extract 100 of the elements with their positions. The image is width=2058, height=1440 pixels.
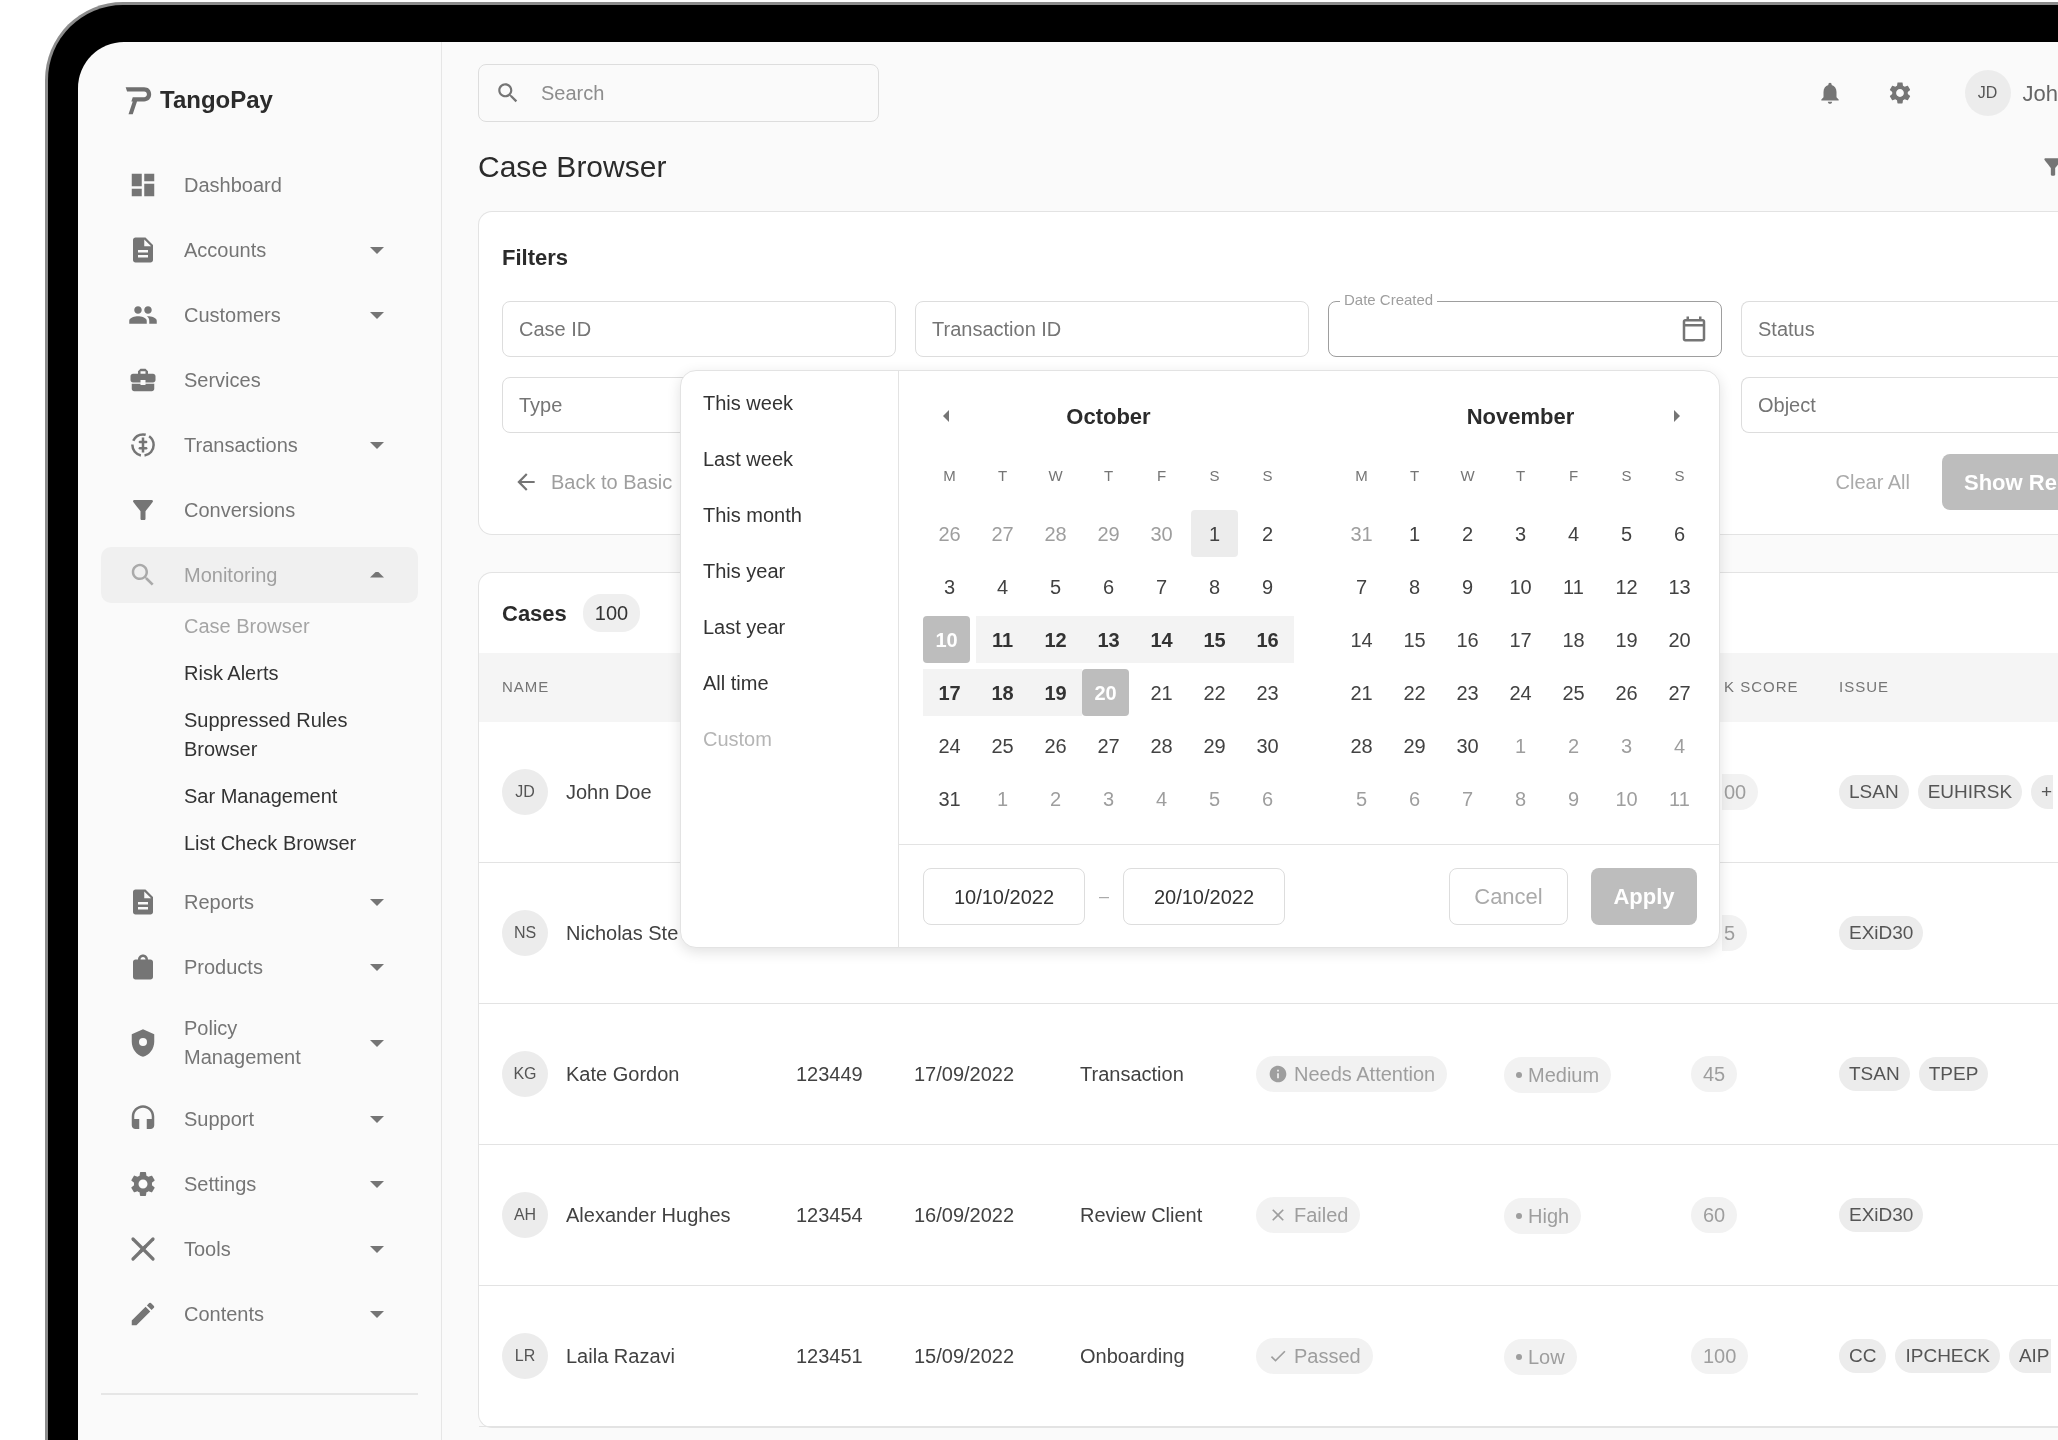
preset-option[interactable]: All time xyxy=(681,655,769,711)
end-date-field[interactable]: 20/10/2022 xyxy=(1123,868,1285,925)
start-date-field[interactable]: 10/10/2022 xyxy=(923,868,1085,925)
next-month-icon[interactable] xyxy=(1674,410,1680,422)
calendar-day[interactable]: 10 xyxy=(1494,563,1547,610)
sidebar-item[interactable]: Conversions xyxy=(101,482,418,538)
caret-icon xyxy=(370,441,384,449)
submenu-item[interactable]: List Check Browser xyxy=(184,829,357,858)
calendar-day[interactable]: 22 xyxy=(1388,669,1441,716)
select-field[interactable]: Object xyxy=(1741,377,2058,433)
calendar-day[interactable]: 25 xyxy=(1547,669,1600,716)
sidebar-item[interactable]: Reports xyxy=(101,874,418,930)
calendar-day[interactable]: 26 xyxy=(1029,722,1082,769)
calendar-day[interactable]: 15 xyxy=(1388,616,1441,663)
sidebar-item[interactable]: Transactions xyxy=(101,417,418,473)
calendar-day[interactable]: 8 xyxy=(1388,563,1441,610)
calendar-day[interactable]: 28 xyxy=(1135,722,1188,769)
sidebar-item[interactable]: Products xyxy=(101,939,418,995)
calendar-day[interactable]: 7 xyxy=(1335,563,1388,610)
calendar-day[interactable]: 22 xyxy=(1188,669,1241,716)
calendar-day[interactable]: 9 xyxy=(1241,563,1294,610)
calendar-day[interactable]: 27 xyxy=(1082,722,1135,769)
calendar-day[interactable]: 24 xyxy=(1494,669,1547,716)
preset-option[interactable]: This month xyxy=(681,487,802,543)
calendar-day[interactable]: 8 xyxy=(1188,563,1241,610)
calendar-day[interactable]: 5 xyxy=(1029,563,1082,610)
sidebar-item[interactable]: Support xyxy=(101,1091,418,1147)
calendar-day[interactable]: 29 xyxy=(1388,722,1441,769)
sidebar-item[interactable]: Accounts xyxy=(101,222,418,278)
calendar-day[interactable]: 11 xyxy=(976,616,1029,663)
search-field[interactable]: Search xyxy=(478,64,879,122)
calendar-day[interactable]: 2 xyxy=(1241,510,1294,557)
calendar-day[interactable]: 17 xyxy=(1494,616,1547,663)
submenu-item[interactable]: Suppressed Rules Browser xyxy=(184,706,384,764)
calendar-day[interactable]: 21 xyxy=(1335,669,1388,716)
calendar-day[interactable]: 4 xyxy=(1547,510,1600,557)
calendar-day[interactable]: 14 xyxy=(1335,616,1388,663)
preset-option[interactable]: Last week xyxy=(681,431,794,487)
calendar-day[interactable]: 9 xyxy=(1441,563,1494,610)
calendar-day[interactable]: 25 xyxy=(976,722,1029,769)
calendar-day[interactable]: 6 xyxy=(1653,510,1706,557)
calendar-day[interactable]: 13 xyxy=(1653,563,1706,610)
calendar-day[interactable]: 3 xyxy=(1494,510,1547,557)
calendar-day[interactable]: 30 xyxy=(1241,722,1294,769)
calendar-day[interactable]: 1 xyxy=(1188,510,1241,557)
calendar-day[interactable]: 12 xyxy=(1029,616,1082,663)
sidebar-item[interactable]: Dashboard xyxy=(101,157,418,213)
calendar-day[interactable]: 26 xyxy=(1600,669,1653,716)
sidebar-item[interactable]: Contents xyxy=(101,1286,418,1342)
case-id: 123451 xyxy=(796,1345,863,1367)
calendar-day[interactable]: 17 xyxy=(923,669,976,716)
preset-option[interactable]: Last year xyxy=(681,599,786,655)
settings-icon xyxy=(128,1169,158,1199)
calendar-day[interactable]: 14 xyxy=(1135,616,1188,663)
submenu-item[interactable]: Sar Management xyxy=(184,782,338,811)
sidebar-item[interactable]: Settings xyxy=(101,1156,418,1212)
count-badge: 100 xyxy=(582,594,641,632)
input-field[interactable]: Case ID xyxy=(502,301,896,357)
calendar-day[interactable]: 31 xyxy=(923,775,976,822)
calendar-day[interactable]: 15 xyxy=(1188,616,1241,663)
calendar-day[interactable]: 1 xyxy=(1388,510,1441,557)
calendar-day[interactable]: 13 xyxy=(1082,616,1135,663)
calendar-day[interactable]: 29 xyxy=(1188,722,1241,769)
calendar-day[interactable]: 30 xyxy=(1441,722,1494,769)
input-field[interactable]: Status xyxy=(1741,301,2058,357)
calendar-day[interactable]: 27 xyxy=(1653,669,1706,716)
calendar-day[interactable]: 6 xyxy=(1082,563,1135,610)
calendar-day[interactable]: 19 xyxy=(1029,669,1082,716)
calendar-day[interactable]: 20 xyxy=(1653,616,1706,663)
calendar-day[interactable]: 4 xyxy=(976,563,1029,610)
issue-tag: IPCHECK xyxy=(1895,1338,2000,1374)
preset-option[interactable]: This year xyxy=(681,543,786,599)
calendar-day[interactable]: 3 xyxy=(923,563,976,610)
sidebar-item[interactable]: Customers xyxy=(101,287,418,343)
calendar-day[interactable]: 28 xyxy=(1335,722,1388,769)
calendar-day[interactable]: 18 xyxy=(1547,616,1600,663)
preset-option[interactable]: This week xyxy=(681,375,794,431)
calendar-day[interactable]: 7 xyxy=(1135,563,1188,610)
calendar-day[interactable]: 12 xyxy=(1600,563,1653,610)
calendar-day[interactable]: 18 xyxy=(976,669,1029,716)
calendar-day[interactable]: 5 xyxy=(1600,510,1653,557)
filters-title: Filters xyxy=(502,244,570,272)
submenu-item[interactable]: Risk Alerts xyxy=(184,659,279,688)
calendar-day[interactable]: 16 xyxy=(1441,616,1494,663)
calendar-day[interactable]: 23 xyxy=(1241,669,1294,716)
sidebar-item[interactable]: Services xyxy=(101,352,418,408)
calendar-day[interactable]: 16 xyxy=(1241,616,1294,663)
user-avatar[interactable]: JD xyxy=(1964,70,2011,116)
calendar-day[interactable]: 2 xyxy=(1441,510,1494,557)
calendar-day[interactable]: 11 xyxy=(1547,563,1600,610)
weekday-label: T xyxy=(1102,465,1115,486)
previous-month-icon[interactable] xyxy=(943,410,949,422)
calendar-day[interactable]: 23 xyxy=(1441,669,1494,716)
calendar-day[interactable]: 21 xyxy=(1135,669,1188,716)
sidebar-item[interactable]: Policy Management xyxy=(101,1004,418,1082)
sidebar-item[interactable]: Tools xyxy=(101,1221,418,1277)
input-field[interactable]: Transaction ID xyxy=(915,301,1309,357)
calendar-day[interactable]: 24 xyxy=(923,722,976,769)
calendar-day[interactable]: 19 xyxy=(1600,616,1653,663)
weekday-label: F xyxy=(1567,465,1580,486)
